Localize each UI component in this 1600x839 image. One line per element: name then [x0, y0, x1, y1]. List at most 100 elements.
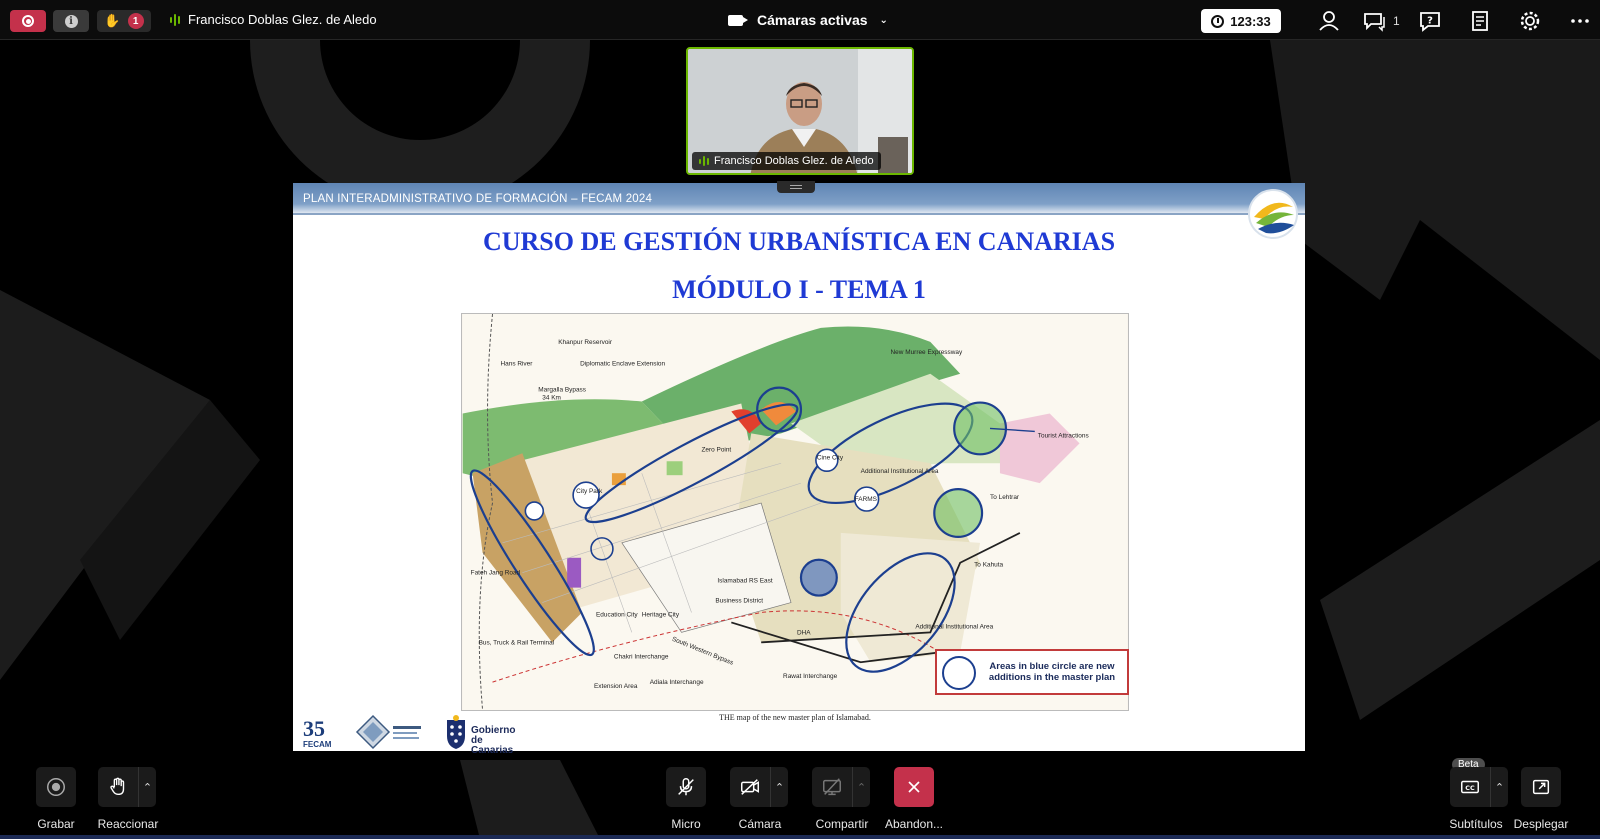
record-circle-icon — [47, 778, 65, 796]
chat-count: 1 — [1393, 14, 1400, 28]
chevron-down-icon: ⌄ — [879, 14, 888, 26]
fecam-logo-text: FECAM — [303, 740, 332, 749]
gobierno-line2: de Canarias — [471, 735, 514, 756]
close-icon — [908, 781, 920, 793]
leave-button[interactable] — [894, 767, 934, 807]
question-bubble-icon: ? — [1420, 12, 1440, 32]
map-label-education: Education City — [596, 611, 638, 618]
map-label-bus-terminal: Bus, Truck & Rail Terminal — [479, 639, 555, 646]
expand-icon — [1532, 779, 1550, 795]
map-label-farms: FARMS — [855, 496, 878, 503]
fecam-anniversary-number: 35 — [303, 716, 325, 741]
federation-emblem-icon — [355, 714, 421, 750]
share-screen-off-icon — [823, 778, 841, 796]
active-speaker: Francisco Doblas Glez. de Aledo — [170, 12, 377, 27]
chat-icon — [1364, 13, 1385, 32]
mic-button[interactable] — [666, 767, 706, 807]
person-icon — [1319, 11, 1339, 31]
record-label: Grabar — [37, 817, 75, 831]
map-label-fateh-jang: Fateh Jang Road — [471, 570, 521, 577]
gear-icon — [1520, 11, 1540, 31]
map-label-city-park: City Park — [576, 488, 603, 495]
record-button[interactable] — [36, 767, 76, 807]
map-label-expressway: New Murree Expressway — [891, 349, 963, 356]
hand-icon — [110, 777, 125, 796]
camera-icon — [728, 14, 748, 26]
raised-hands-button[interactable]: ✋ 1 — [97, 10, 151, 32]
share-options-chevron-up-icon[interactable]: ⌃ — [852, 767, 870, 807]
meeting-info-button[interactable]: i — [53, 10, 89, 32]
speaker-video-tile[interactable]: Francisco Doblas Glez. de Aledo — [686, 47, 914, 175]
speaking-indicator-icon — [170, 13, 180, 26]
map-caption: THE map of the new master plan of Islama… — [719, 713, 871, 722]
camera-button[interactable] — [730, 767, 770, 807]
speaking-indicator-icon — [699, 155, 709, 167]
map-label-cine-city: Cine City — [817, 454, 844, 461]
camera-label: Cámara — [738, 817, 782, 831]
map-label-khanpur: Khanpur Reservoir — [558, 339, 613, 346]
map-legend: Areas in blue circle are new additions i… — [935, 649, 1129, 695]
share-button[interactable] — [812, 767, 852, 807]
map-label-lehtrar: To Lehtrar — [990, 494, 1020, 501]
leave-label: Abandon... — [884, 817, 944, 831]
settings-button[interactable] — [1516, 8, 1544, 34]
map-label-chakri: Chakri Interchange — [614, 653, 669, 660]
captions-options-chevron-up-icon[interactable]: ⌃ — [1490, 767, 1508, 807]
gobierno-canarias-text: Gobierno de Canarias — [471, 726, 515, 756]
active-speaker-name: Francisco Doblas Glez. de Aledo — [188, 12, 377, 27]
react-button[interactable] — [98, 767, 138, 807]
notes-icon — [1472, 11, 1488, 31]
expand-button[interactable] — [1521, 767, 1561, 807]
mic-muted-icon — [678, 778, 694, 796]
captions-button[interactable]: CC — [1450, 767, 1490, 807]
slide-title: CURSO DE GESTIÓN URBANÍSTICA EN CANARIAS — [482, 227, 1116, 256]
meeting-timer: 123:33 — [1201, 9, 1281, 33]
map-label-heritage: Heritage City — [642, 611, 680, 618]
map-label-institutional: Additional Institutional Area — [861, 468, 939, 475]
map-label-tourist: Tourist Attractions — [1038, 432, 1089, 439]
map-label-adiala: Adiala Interchange — [650, 679, 704, 686]
map-label-dha: DHA — [797, 629, 811, 636]
taskbar-edge — [0, 835, 1600, 839]
map-label-kahuta: To Kahuta — [974, 562, 1003, 569]
camera-off-icon — [741, 779, 759, 795]
people-button[interactable] — [1315, 8, 1343, 34]
more-options-button[interactable] — [1566, 8, 1594, 34]
camera-options-chevron-up-icon[interactable]: ⌃ — [770, 767, 788, 807]
map-label-margalla-km: 34 Km — [542, 395, 561, 402]
share-control: ⌃ — [812, 767, 870, 807]
svg-text:?: ? — [1427, 16, 1433, 27]
video-tile-label: Francisco Doblas Glez. de Aledo — [692, 152, 881, 170]
react-options-chevron-up-icon[interactable]: ⌃ — [138, 767, 156, 807]
view-selector-label: Cámaras activas — [757, 12, 868, 28]
meeting-topbar: i ✋ 1 Francisco Doblas Glez. de Aledo Cá… — [0, 0, 1600, 40]
map-legend-text: Areas in blue circle are new additions i… — [988, 661, 1116, 683]
blue-circle-legend-icon — [942, 656, 976, 690]
view-selector[interactable]: Cámaras activas ⌄ — [728, 12, 888, 28]
chat-button[interactable]: 1 — [1361, 8, 1400, 34]
map-label-diplomatic: Diplomatic Enclave Extension — [580, 361, 665, 368]
map-label-hans-river: Hans River — [500, 361, 533, 368]
share-label: Compartir — [815, 817, 869, 831]
qa-button[interactable]: ? — [1416, 8, 1444, 34]
meeting-timer-value: 123:33 — [1230, 13, 1271, 29]
mic-label: Micro — [671, 817, 701, 831]
captions-control: CC ⌃ — [1450, 767, 1508, 807]
map-label-extension: Extension Area — [594, 683, 638, 690]
closed-captions-icon: CC — [1461, 780, 1479, 794]
gobierno-canarias-shield-icon — [447, 715, 465, 749]
clock-icon — [1211, 14, 1225, 28]
info-icon: i — [64, 14, 78, 28]
slide-subtitle: MÓDULO I - TEMA 1 — [672, 275, 926, 304]
recording-indicator-button[interactable] — [10, 10, 46, 32]
more-icon — [1571, 19, 1589, 23]
expand-label: Desplegar — [1513, 817, 1569, 831]
slide-header-text: PLAN INTERADMINISTRATIVO DE FORMACIÓN – … — [303, 193, 653, 205]
camera-control: ⌃ — [730, 767, 788, 807]
svg-text:CC: CC — [1465, 784, 1475, 792]
map-label-islamabad-rs: Islamabad RS East — [717, 578, 772, 585]
notes-button[interactable] — [1466, 8, 1494, 34]
share-drag-handle[interactable] — [777, 181, 815, 193]
map-label-zero-point: Zero Point — [701, 446, 731, 453]
shared-slide: PLAN INTERADMINISTRATIVO DE FORMACIÓN – … — [293, 181, 1305, 756]
